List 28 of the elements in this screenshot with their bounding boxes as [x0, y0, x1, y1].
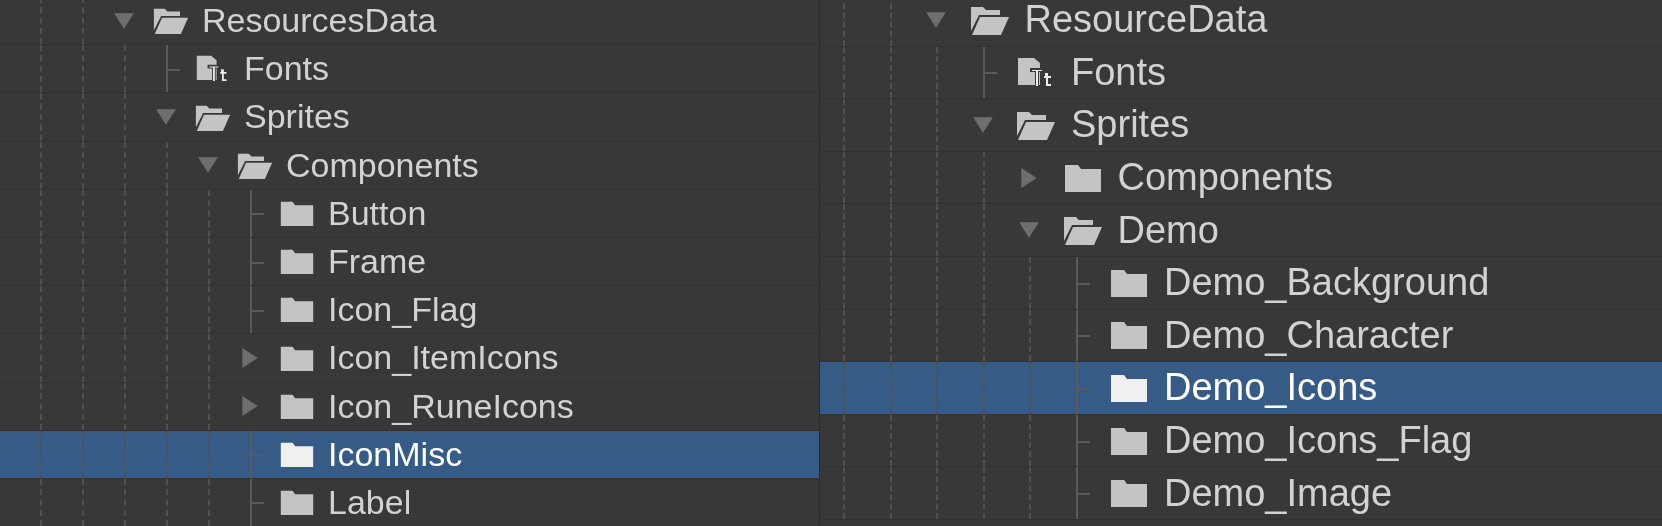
tree-item[interactable]: Icon_ItemIcons [0, 334, 819, 383]
tree-item[interactable]: ResourcesData [0, 0, 819, 46]
tree-item[interactable]: Sprites [820, 99, 1662, 152]
tree-item[interactable]: Components [820, 151, 1662, 205]
tree-item[interactable]: Sprites [0, 93, 819, 142]
tree-item[interactable]: Components [0, 141, 819, 190]
folder-icon [279, 247, 315, 276]
open-folder-icon [153, 6, 189, 35]
tree-item[interactable]: Fonts [820, 46, 1662, 100]
tree-item[interactable]: Demo [820, 204, 1662, 257]
folder-icon [1109, 477, 1149, 510]
folder-icon [279, 488, 315, 517]
tree-item[interactable]: IconMisc [0, 430, 819, 479]
tree-item[interactable]: Frame [0, 237, 819, 287]
open-folder-icon [1016, 109, 1056, 141]
tree-item[interactable]: Icon_Flag [0, 286, 819, 335]
tree-item[interactable]: ResourceData [820, 0, 1662, 47]
open-folder-icon [1062, 214, 1103, 247]
tree-item[interactable]: Icon_RuneIcons [0, 382, 819, 431]
tree-item[interactable]: Demo_Background [820, 256, 1662, 310]
folder-icon [279, 295, 315, 325]
tree-item[interactable]: Demo_Icons_Flag [820, 414, 1662, 468]
tree-item[interactable]: Demo_Icons [820, 362, 1662, 415]
tree-item[interactable]: Label [0, 478, 819, 526]
tree-item[interactable]: Fonts [0, 45, 819, 94]
tree-item[interactable]: Demo_Image [820, 467, 1662, 520]
folder-icon [1109, 319, 1149, 352]
tree-item[interactable]: Button [0, 189, 819, 238]
